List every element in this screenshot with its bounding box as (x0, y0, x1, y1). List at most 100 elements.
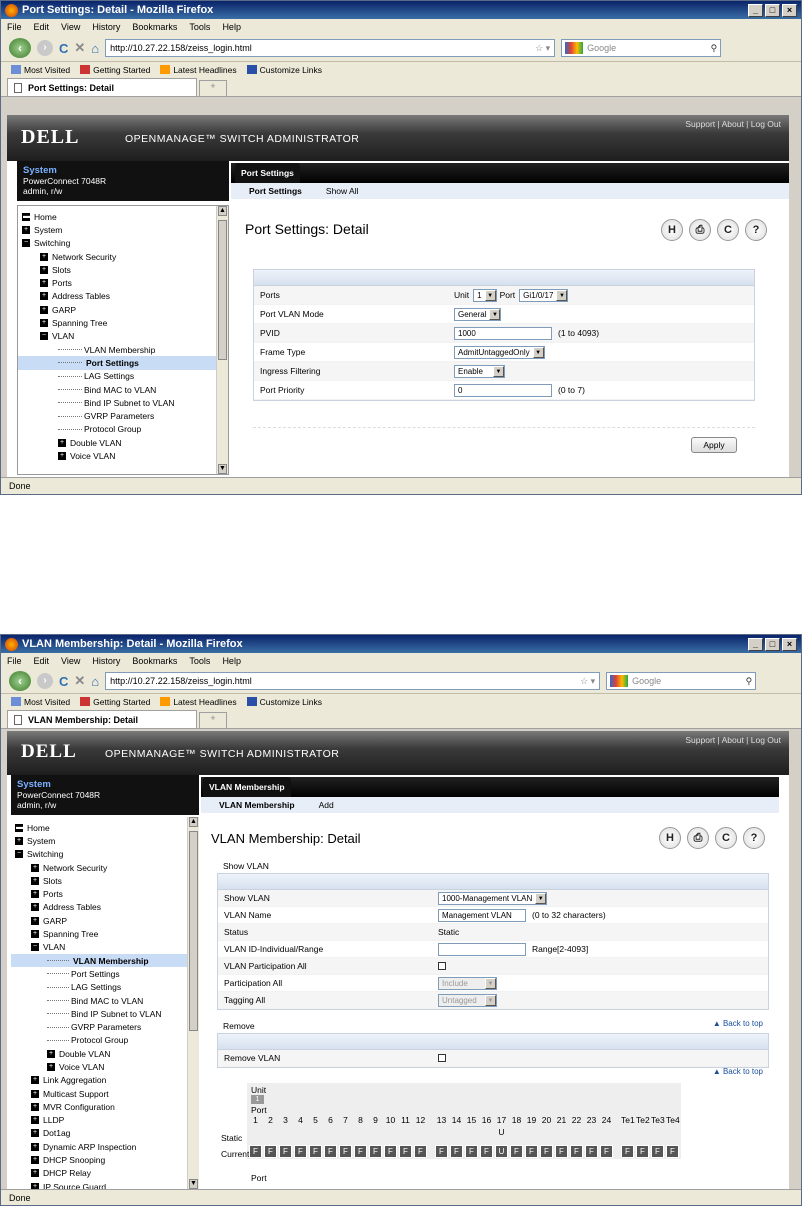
tree-item-voice-vlan[interactable]: + Voice VLAN (18, 449, 216, 462)
apply-button[interactable]: Apply (691, 437, 737, 453)
tree-item-dot1ag[interactable]: + Dot1ag (11, 1127, 187, 1140)
close-button[interactable]: × (782, 3, 797, 17)
current-cell[interactable]: F (279, 1145, 292, 1158)
unit-select[interactable]: 1 ▼ (473, 288, 497, 302)
plus-icon[interactable]: + (40, 292, 48, 301)
plus-icon[interactable]: + (31, 863, 39, 872)
back-icon[interactable]: ‹ (9, 671, 31, 691)
current-cell[interactable]: F (339, 1145, 352, 1158)
tree-item-vlan[interactable]: − VLAN (18, 330, 216, 343)
current-cell[interactable]: F (636, 1145, 649, 1158)
back-to-top-link[interactable]: ▲ Back to top (713, 1019, 763, 1028)
minimize-button[interactable]: _ (748, 3, 763, 17)
minimize-button[interactable]: _ (748, 637, 763, 651)
tree-scrollbar[interactable]: ▲ ▼ (216, 206, 228, 474)
search-icon[interactable]: ⚲ (711, 43, 718, 54)
current-cell[interactable]: F (585, 1145, 598, 1158)
home-icon[interactable]: ▬ (15, 823, 23, 832)
plus-icon[interactable]: + (40, 319, 48, 328)
help-icon[interactable]: ? (743, 827, 765, 849)
print-icon[interactable]: ⎙ (687, 827, 709, 849)
tree-item-voice-vlan[interactable]: + Voice VLAN (11, 1060, 187, 1073)
scroll-thumb[interactable] (218, 220, 227, 360)
plus-icon[interactable]: + (31, 1076, 39, 1085)
plus-icon[interactable]: + (31, 1129, 39, 1138)
current-cell[interactable]: F (369, 1145, 382, 1158)
current-cell[interactable]: F (384, 1145, 397, 1158)
home-icon[interactable]: ▬ (22, 212, 30, 221)
bookmark-most-visited[interactable]: Most Visited (11, 697, 70, 707)
pvid-input[interactable]: 1000 (454, 326, 552, 340)
current-cell[interactable]: F (510, 1145, 523, 1158)
subtab-add[interactable]: Add (319, 800, 334, 810)
tree-item-system[interactable]: + System (18, 223, 216, 236)
bookmark-getting-started[interactable]: Getting Started (80, 697, 150, 707)
tab-port-settings-main[interactable]: Port Settings (235, 163, 300, 183)
bookmark-getting-started[interactable]: Getting Started (80, 65, 150, 75)
plus-icon[interactable]: + (40, 252, 48, 261)
tree-item-bind-ip-subnet-to-vlan[interactable]: Bind IP Subnet to VLAN (18, 396, 216, 409)
header-links[interactable]: Support | About | Log Out (685, 735, 781, 745)
participation-select[interactable]: Include ▼ (438, 976, 497, 990)
search-input[interactable]: Google ⚲ (606, 672, 757, 690)
menu-bookmarks[interactable]: Bookmarks (132, 656, 177, 666)
plus-icon[interactable]: + (58, 451, 66, 460)
bookmark-customize-links[interactable]: Customize Links (246, 697, 322, 707)
tree-item-spanning-tree[interactable]: + Spanning Tree (18, 316, 216, 329)
tree-item-dhcp-snooping[interactable]: + DHCP Snooping (11, 1153, 187, 1166)
stop-icon[interactable]: ✕ (74, 40, 85, 56)
ingress-select[interactable]: Enable ▼ (454, 364, 505, 378)
search-icon[interactable]: ⚲ (746, 676, 753, 687)
current-cell[interactable]: F (651, 1145, 664, 1158)
header-links[interactable]: Support | About | Log Out (685, 119, 781, 129)
tree-item-network-security[interactable]: + Network Security (18, 250, 216, 263)
tree-item-link-aggregation[interactable]: + Link Aggregation (11, 1074, 187, 1087)
bookmark-customize-links[interactable]: Customize Links (246, 65, 322, 75)
search-input[interactable]: Google ⚲ (561, 39, 722, 57)
tree-item-dhcp-relay[interactable]: + DHCP Relay (11, 1167, 187, 1180)
tree-item-vlan-membership[interactable]: VLAN Membership (18, 343, 216, 356)
current-cell[interactable]: F (354, 1145, 367, 1158)
menu-view[interactable]: View (61, 22, 80, 32)
tree-item-protocol-group[interactable]: Protocol Group (11, 1034, 187, 1047)
plus-icon[interactable]: + (47, 1049, 55, 1058)
tree-item-bind-mac-to-vlan[interactable]: Bind MAC to VLAN (18, 383, 216, 396)
plus-icon[interactable]: + (40, 305, 48, 314)
scroll-down-icon[interactable]: ▼ (218, 464, 227, 474)
tree-item-mvr-configuration[interactable]: + MVR Configuration (11, 1100, 187, 1113)
menu-edit[interactable]: Edit (34, 22, 50, 32)
menu-help[interactable]: Help (222, 22, 241, 32)
participation-all-checkbox[interactable] (438, 962, 446, 970)
remove-vlan-checkbox[interactable] (438, 1054, 446, 1062)
tree-item-protocol-group[interactable]: Protocol Group (18, 423, 216, 436)
back-icon[interactable]: ‹ (9, 38, 31, 58)
bookmark-latest-headlines[interactable]: Latest Headlines (160, 697, 237, 707)
back-to-top-link-2[interactable]: ▲ Back to top (713, 1067, 763, 1076)
maximize-button[interactable]: □ (765, 637, 780, 651)
tree-item-ports[interactable]: + Ports (18, 276, 216, 289)
priority-input[interactable]: 0 (454, 383, 552, 397)
refresh-icon[interactable]: C (715, 827, 737, 849)
subtab-show-all[interactable]: Show All (326, 186, 359, 196)
save-icon[interactable]: H (661, 219, 683, 241)
new-tab-button[interactable]: + (199, 712, 227, 728)
url-bar[interactable]: http://10.27.22.158/zeiss_login.html ☆ ▾ (105, 672, 601, 690)
url-bar[interactable]: http://10.27.22.158/zeiss_login.html ☆ ▾ (105, 39, 556, 57)
tree-item-vlan-membership[interactable]: VLAN Membership (11, 953, 187, 968)
plus-icon[interactable]: + (47, 1062, 55, 1071)
bookmark-star-icon[interactable]: ☆ ▾ (580, 676, 595, 687)
forward-icon[interactable]: › (37, 673, 53, 689)
tree-item-gvrp-parameters[interactable]: GVRP Parameters (11, 1020, 187, 1033)
static-cell[interactable]: U (495, 1127, 508, 1137)
current-cell[interactable]: F (450, 1145, 463, 1158)
maximize-button[interactable]: □ (765, 3, 780, 17)
tree-item-double-vlan[interactable]: + Double VLAN (11, 1047, 187, 1060)
refresh-icon[interactable]: C (717, 219, 739, 241)
tree-item-dynamic-arp-inspection[interactable]: + Dynamic ARP Inspection (11, 1140, 187, 1153)
bookmark-star-icon[interactable]: ☆ ▾ (535, 43, 550, 54)
current-cell[interactable]: F (480, 1145, 493, 1158)
current-cell[interactable]: F (555, 1145, 568, 1158)
save-icon[interactable]: H (659, 827, 681, 849)
tab-vlan-membership-main[interactable]: VLAN Membership (203, 777, 291, 797)
port-select[interactable]: Gi1/0/17 ▼ (519, 288, 569, 302)
